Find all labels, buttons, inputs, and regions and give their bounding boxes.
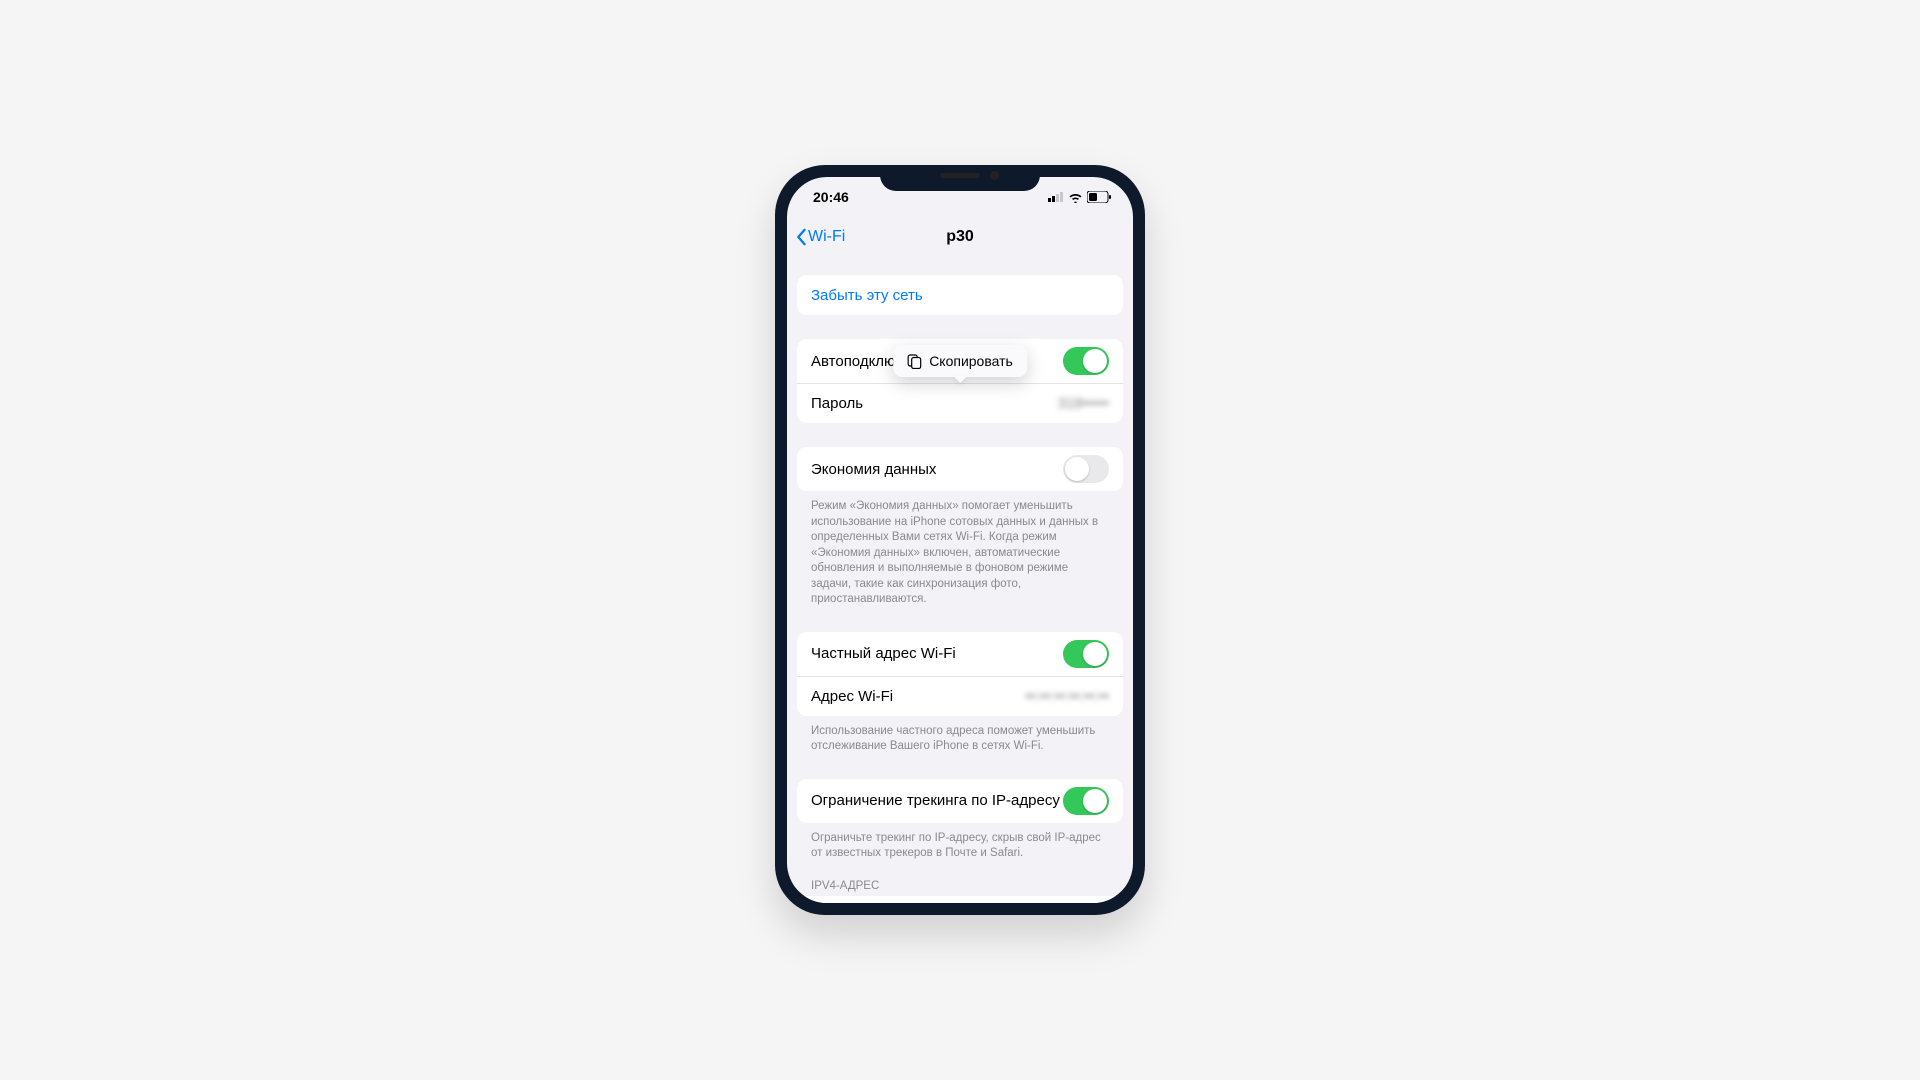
copy-label: Скопировать (929, 353, 1013, 369)
group-forget: Забыть эту сеть (797, 275, 1123, 315)
private-addr-toggle[interactable] (1063, 640, 1109, 668)
limit-tracking-footer: Ограничьте трекинг по IP-адресу, скрыв с… (797, 823, 1123, 862)
group-ipv4: Настройка IP Автоматически › (797, 896, 1123, 903)
battery-icon (1087, 191, 1111, 203)
low-data-footer: Режим «Экономия данных» помогает уменьши… (797, 491, 1123, 608)
group-low-data: Экономия данных (797, 447, 1123, 491)
limit-tracking-toggle[interactable] (1063, 787, 1109, 815)
back-label: Wi-Fi (808, 228, 845, 246)
limit-tracking-label: Ограничение трекинга по IP-адресу (811, 792, 1060, 810)
password-value: 318••••• (1058, 395, 1109, 412)
row-private-addr: Частный адрес Wi-Fi (797, 632, 1123, 676)
cellular-icon (1048, 192, 1064, 202)
password-label: Пароль (811, 395, 863, 412)
row-password[interactable]: Пароль 318••••• (797, 383, 1123, 423)
status-time: 20:46 (813, 189, 849, 205)
row-low-data: Экономия данных (797, 447, 1123, 491)
low-data-label: Экономия данных (811, 461, 936, 478)
forget-label: Забыть эту сеть (811, 287, 923, 304)
back-button[interactable]: Wi-Fi (795, 228, 845, 246)
wifi-addr-label: Адрес Wi-Fi (811, 688, 893, 705)
phone-frame: 20:46 Wi-Fi p30 Скопировать Забы (775, 165, 1145, 915)
row-configure-ip[interactable]: Настройка IP Автоматически › (797, 896, 1123, 903)
group-private-addr: Частный адрес Wi-Fi Адрес Wi-Fi ••:••:••… (797, 632, 1123, 716)
forget-network-button[interactable]: Забыть эту сеть (797, 275, 1123, 315)
private-addr-label: Частный адрес Wi-Fi (811, 645, 956, 662)
auto-join-toggle[interactable] (1063, 347, 1109, 375)
chevron-left-icon (795, 228, 807, 246)
copy-icon (907, 354, 922, 369)
copy-popover[interactable]: Скопировать (893, 345, 1027, 377)
row-wifi-addr: Адрес Wi-Fi ••:••:••:••:••:•• (797, 676, 1123, 716)
screen: 20:46 Wi-Fi p30 Скопировать Забы (787, 177, 1133, 903)
row-limit-tracking: Ограничение трекинга по IP-адресу (797, 779, 1123, 823)
notch (880, 165, 1040, 191)
status-indicators (1048, 191, 1111, 203)
ipv4-section-header: IPV4-АДРЕС (797, 862, 1123, 896)
wifi-icon (1068, 192, 1083, 203)
nav-bar: Wi-Fi p30 (787, 217, 1133, 257)
low-data-toggle[interactable] (1063, 455, 1109, 483)
wifi-addr-value: ••:••:••:••:••:•• (1025, 688, 1109, 705)
group-limit-tracking: Ограничение трекинга по IP-адресу (797, 779, 1123, 823)
private-addr-footer: Использование частного адреса поможет ум… (797, 716, 1123, 755)
